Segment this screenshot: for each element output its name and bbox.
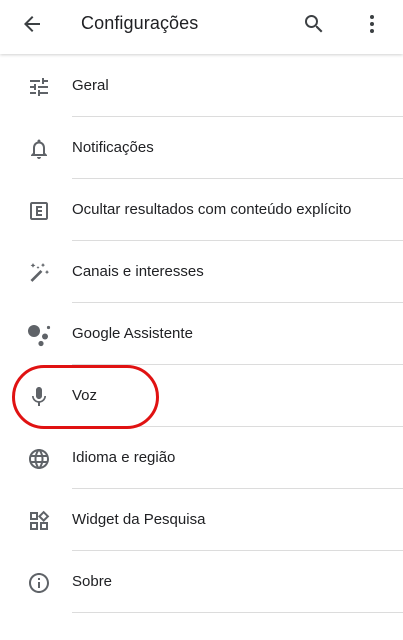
settings-item-label: Idioma e região	[72, 449, 176, 466]
settings-item-conteudo-explicito[interactable]: Ocultar resultados com conteúdo explícit…	[0, 179, 403, 241]
info-icon	[26, 570, 52, 596]
magic-wand-icon	[26, 260, 52, 286]
app-bar: Configurações	[0, 0, 403, 54]
assistant-dots-icon	[26, 322, 52, 348]
settings-item-notificacoes[interactable]: Notificações	[0, 117, 403, 179]
tune-sliders-icon	[26, 74, 52, 100]
settings-item-canais[interactable]: Canais e interesses	[0, 241, 403, 303]
settings-item-label: Widget da Pesquisa	[72, 511, 206, 528]
settings-list: Geral Notificações Ocultar resultados co…	[0, 55, 403, 613]
microphone-icon	[26, 384, 52, 410]
settings-item-google-assistente[interactable]: Google Assistente	[0, 303, 403, 365]
settings-item-label: Geral	[72, 77, 109, 94]
settings-item-geral[interactable]: Geral	[0, 55, 403, 117]
settings-item-label: Google Assistente	[72, 325, 193, 342]
settings-item-voz[interactable]: Voz	[0, 365, 403, 427]
settings-item-label: Notificações	[72, 139, 154, 156]
arrow-back-icon[interactable]	[12, 4, 52, 44]
settings-item-label: Sobre	[72, 573, 113, 590]
settings-item-widget[interactable]: Widget da Pesquisa	[0, 489, 403, 551]
settings-item-label: Ocultar resultados com conteúdo explícit…	[72, 201, 352, 218]
search-icon[interactable]	[294, 4, 334, 44]
divider	[72, 612, 403, 613]
page-title: Configurações	[81, 13, 199, 33]
settings-item-sobre[interactable]: Sobre	[0, 551, 403, 613]
widget-grid-icon	[26, 508, 52, 534]
globe-icon	[26, 446, 52, 472]
bell-icon	[26, 136, 52, 162]
settings-item-idioma[interactable]: Idioma e região	[0, 427, 403, 489]
settings-item-label: Voz	[72, 387, 98, 404]
settings-screen: Configurações Geral Notificações Ocultar…	[0, 0, 403, 640]
settings-item-label: Canais e interesses	[72, 263, 204, 280]
more-vert-icon[interactable]	[352, 4, 392, 44]
explicit-e-icon	[26, 198, 52, 224]
